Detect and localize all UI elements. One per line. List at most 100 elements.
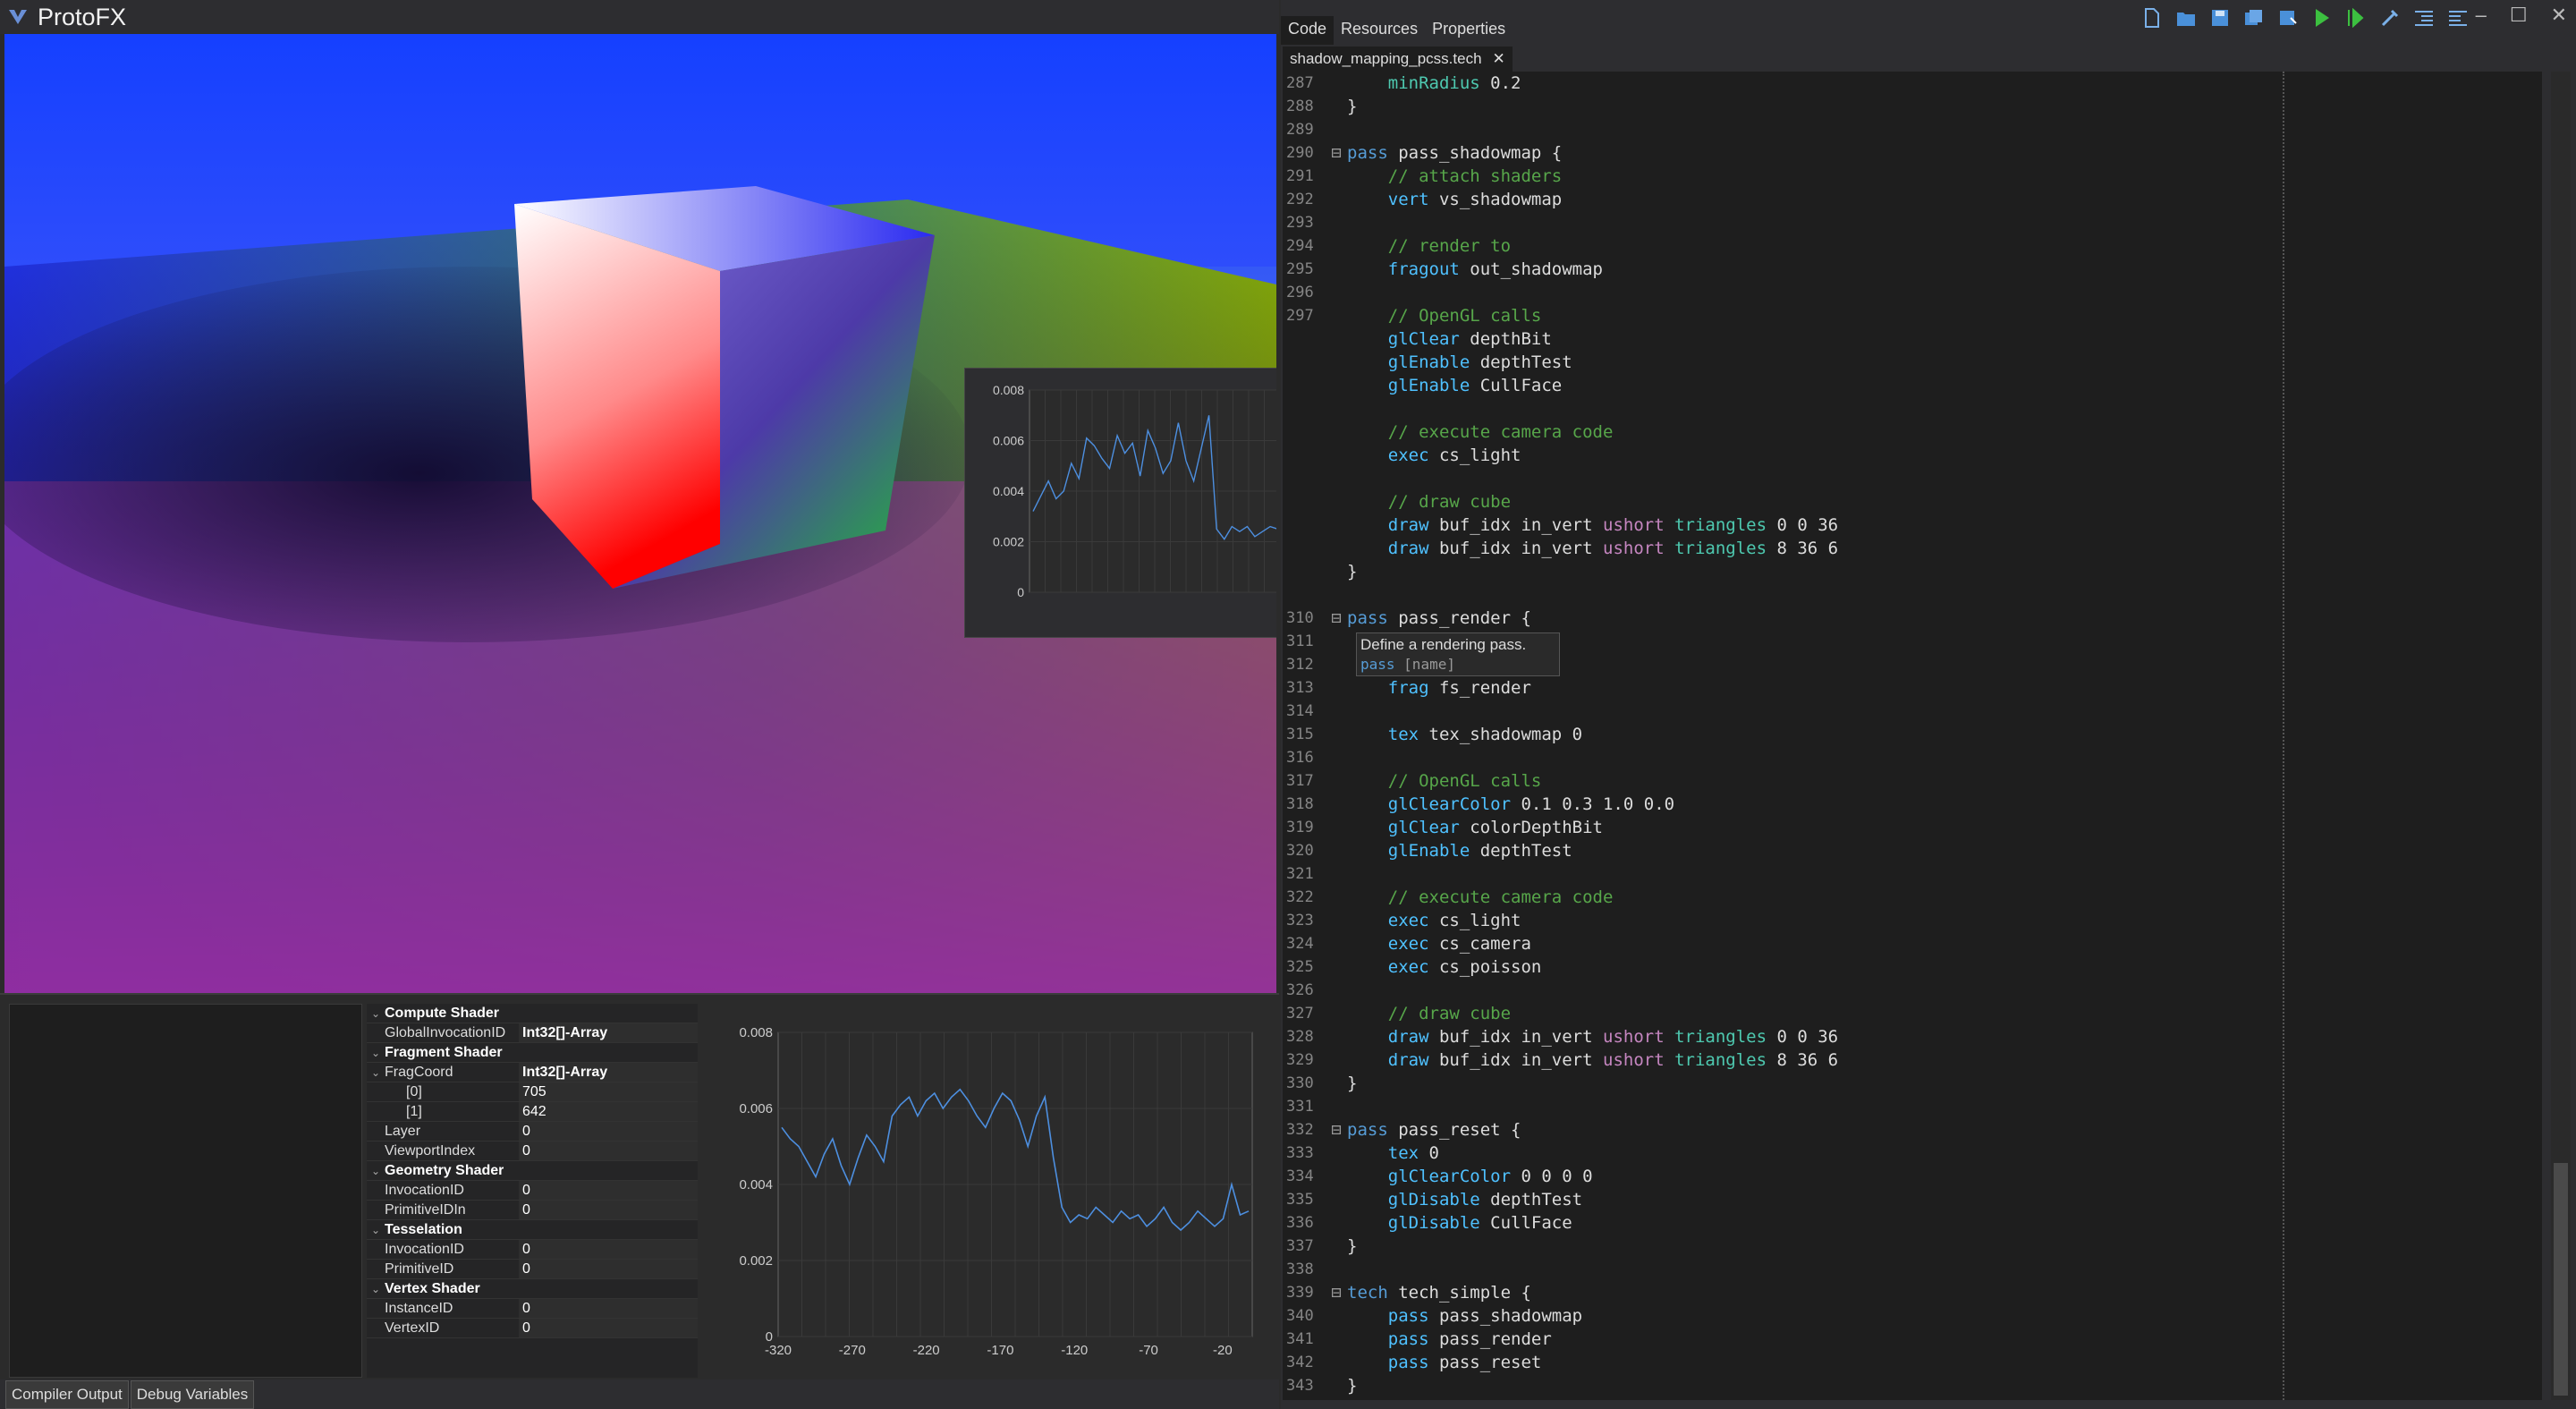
code-line[interactable]: } [1283, 560, 2542, 583]
code-line[interactable]: 310 ⊟ pass pass_render { [1283, 607, 2542, 630]
code-line[interactable]: 325 exec cs_poisson [1283, 955, 2542, 979]
code-line[interactable]: 296 [1283, 281, 2542, 304]
code-line[interactable]: 328 draw buf_idx in_vert ushort triangle… [1283, 1025, 2542, 1048]
expand-arrow-icon[interactable]: ⌄ [367, 1007, 385, 1020]
code-line[interactable]: 292 vert vs_shadowmap [1283, 188, 2542, 211]
code-line[interactable]: 322 // execute camera code [1283, 886, 2542, 909]
expand-arrow-icon[interactable]: ⌄ [367, 1224, 385, 1236]
tree-variable[interactable]: ViewportIndex 0 [367, 1142, 698, 1161]
code-line[interactable]: 340 pass pass_shadowmap [1283, 1304, 2542, 1328]
debug-variable-tree[interactable]: ⌄ Compute Shader GlobalInvocationID Int32[]… [367, 1004, 698, 1378]
code-line[interactable]: 321 [1283, 862, 2542, 886]
tab-properties[interactable]: Properties [1425, 16, 1513, 45]
code-line[interactable]: 329 draw buf_idx in_vert ushort triangle… [1283, 1048, 2542, 1072]
code-line[interactable]: 334 glClearColor 0 0 0 0 [1283, 1165, 2542, 1188]
code-line[interactable]: 341 pass pass_render [1283, 1328, 2542, 1351]
code-line[interactable] [1283, 583, 2542, 607]
code-line[interactable]: 314 [1283, 700, 2542, 723]
code-line[interactable]: 295 fragout out_shadowmap [1283, 258, 2542, 281]
maximize-icon[interactable]: ☐ [2510, 4, 2528, 27]
code-line[interactable]: glEnable depthTest [1283, 351, 2542, 374]
code-line[interactable]: 318 glClearColor 0.1 0.3 1.0 0.0 [1283, 793, 2542, 816]
indent-icon[interactable] [2413, 7, 2435, 29]
code-line[interactable]: 338 [1283, 1258, 2542, 1281]
code-line[interactable] [1283, 397, 2542, 420]
code-line[interactable] [1283, 467, 2542, 490]
new-file-icon[interactable] [2141, 7, 2163, 29]
tab-resources[interactable]: Resources [1334, 16, 1425, 45]
run-icon[interactable] [2311, 7, 2333, 29]
minimize-icon[interactable]: – [2476, 4, 2487, 27]
tree-group[interactable]: ⌄ Tesselation [367, 1220, 698, 1240]
save-all-icon[interactable] [2243, 7, 2265, 29]
code-line[interactable]: 313 frag fs_render [1283, 676, 2542, 700]
tree-group[interactable]: ⌄ Fragment Shader [367, 1043, 698, 1063]
save-icon[interactable] [2209, 7, 2231, 29]
code-line[interactable]: draw buf_idx in_vert ushort triangles 8 … [1283, 537, 2542, 560]
code-line[interactable]: 293 [1283, 211, 2542, 234]
code-line[interactable]: 291 // attach shaders [1283, 165, 2542, 188]
tree-variable[interactable]: PrimitiveIDIn 0 [367, 1201, 698, 1220]
vertical-scrollbar[interactable] [2551, 72, 2571, 1400]
tree-variable[interactable]: ⌄ FragCoord Int32[]-Array [367, 1063, 698, 1082]
expand-arrow-icon[interactable]: ⌄ [367, 1066, 385, 1079]
render-viewport[interactable]: 0 0.002 0.004 0.006 0.008 [4, 34, 1276, 993]
code-line[interactable]: 337} [1283, 1235, 2542, 1258]
step-icon[interactable] [2345, 7, 2367, 29]
expand-arrow-icon[interactable]: ⌄ [367, 1283, 385, 1295]
fold-toggle-icon[interactable]: ⊟ [1326, 607, 1347, 630]
tree-variable[interactable]: Layer 0 [367, 1122, 698, 1142]
code-line[interactable]: glClear depthBit [1283, 327, 2542, 351]
tree-variable[interactable]: VertexID 0 [367, 1319, 698, 1338]
tree-variable[interactable]: InvocationID 0 [367, 1181, 698, 1201]
code-line[interactable]: 287 minRadius 0.2 [1283, 72, 2542, 95]
code-line[interactable]: 294 // render to [1283, 234, 2542, 258]
scrollbar-thumb[interactable] [2554, 1163, 2568, 1396]
code-line[interactable]: 315 tex tex_shadowmap 0 [1283, 723, 2542, 746]
code-line[interactable]: // execute camera code [1283, 420, 2542, 444]
code-line[interactable]: 320 glEnable depthTest [1283, 839, 2542, 862]
code-line[interactable]: 290 ⊟ pass pass_shadowmap { [1283, 141, 2542, 165]
code-line[interactable]: 288} [1283, 95, 2542, 118]
fold-toggle-icon[interactable]: ⊟ [1326, 1281, 1347, 1304]
file-tab[interactable]: shadow_mapping_pcss.tech ✕ [1283, 47, 1513, 72]
pick-icon[interactable] [2379, 7, 2401, 29]
close-tab-icon[interactable]: ✕ [1493, 50, 1505, 68]
code-line[interactable]: 339 ⊟ tech tech_simple { [1283, 1281, 2542, 1304]
fold-toggle-icon[interactable]: ⊟ [1326, 1118, 1347, 1142]
code-line[interactable]: 330} [1283, 1072, 2542, 1095]
fold-toggle-icon[interactable]: ⊟ [1326, 141, 1347, 165]
code-line[interactable]: exec cs_light [1283, 444, 2542, 467]
code-line[interactable]: 316 [1283, 746, 2542, 769]
code-line[interactable]: 297 // OpenGL calls [1283, 304, 2542, 327]
open-folder-icon[interactable] [2175, 7, 2197, 29]
code-editor[interactable]: 287 minRadius 0.2 288} 289 290 ⊟ pass pass_sh… [1283, 72, 2542, 1400]
expand-arrow-icon[interactable]: ⌄ [367, 1047, 385, 1059]
tree-variable[interactable]: [0] 705 [367, 1082, 698, 1102]
code-line[interactable]: 317 // OpenGL calls [1283, 769, 2542, 793]
code-line[interactable]: 336 glDisable CullFace [1283, 1211, 2542, 1235]
code-line[interactable]: draw buf_idx in_vert ushort triangles 0 … [1283, 514, 2542, 537]
tree-variable[interactable]: [1] 642 [367, 1102, 698, 1122]
code-line[interactable]: 327 // draw cube [1283, 1002, 2542, 1025]
unindent-icon[interactable] [2447, 7, 2469, 29]
code-line[interactable]: 289 [1283, 118, 2542, 141]
code-line[interactable]: 331 [1283, 1095, 2542, 1118]
code-line[interactable]: 343} [1283, 1374, 2542, 1397]
tree-group[interactable]: ⌄ Vertex Shader [367, 1279, 698, 1299]
tree-variable[interactable]: PrimitiveID 0 [367, 1260, 698, 1279]
code-line[interactable]: 335 glDisable depthTest [1283, 1188, 2542, 1211]
save-as-icon[interactable] [2277, 7, 2299, 29]
code-line[interactable]: 332 ⊟ pass pass_reset { [1283, 1118, 2542, 1142]
compiler-output-pane[interactable] [9, 1004, 362, 1378]
code-line[interactable]: 326 [1283, 979, 2542, 1002]
code-line[interactable]: 323 exec cs_light [1283, 909, 2542, 932]
code-line[interactable]: 324 exec cs_camera [1283, 932, 2542, 955]
expand-arrow-icon[interactable]: ⌄ [367, 1165, 385, 1177]
tree-variable[interactable]: InvocationID 0 [367, 1240, 698, 1260]
code-line[interactable]: // draw cube [1283, 490, 2542, 514]
tab-compiler-output[interactable]: Compiler Output [5, 1380, 129, 1409]
tree-variable[interactable]: InstanceID 0 [367, 1299, 698, 1319]
tab-code[interactable]: Code [1281, 16, 1335, 45]
code-line[interactable]: 342 pass pass_reset [1283, 1351, 2542, 1374]
